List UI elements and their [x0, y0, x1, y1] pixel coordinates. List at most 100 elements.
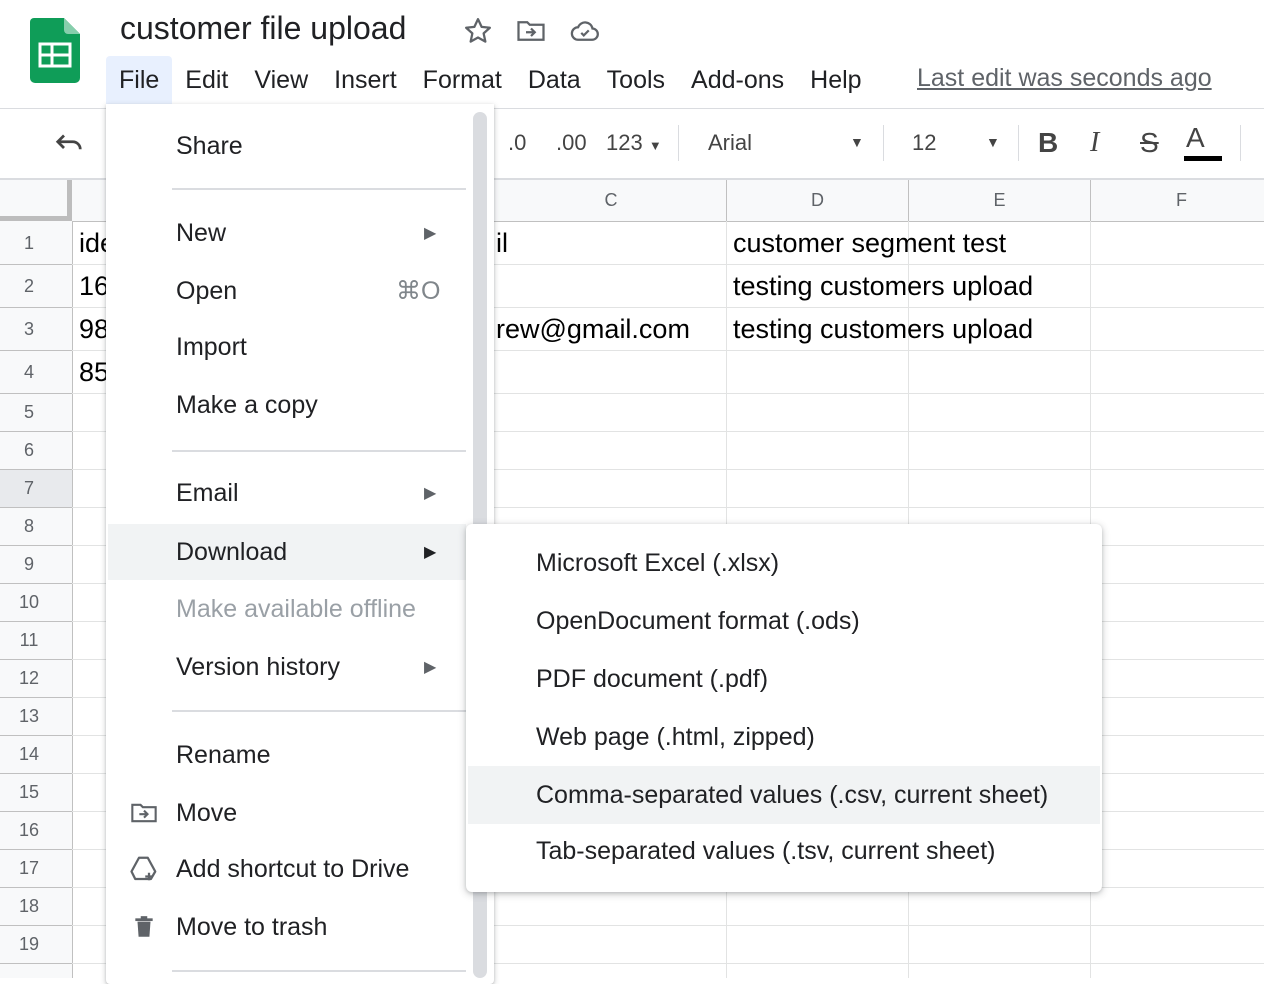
- submenu-item-label: PDF document (.pdf): [536, 664, 769, 693]
- caret-down-icon: ▼: [850, 134, 864, 150]
- column-header-c[interactable]: C: [496, 180, 727, 221]
- column-header-e[interactable]: E: [909, 180, 1091, 221]
- submenu-arrow-icon: ▶: [424, 544, 437, 561]
- number-format-button[interactable]: 123 ▼: [606, 130, 662, 156]
- menu-item-email[interactable]: Email ▶: [106, 467, 466, 519]
- row-header-12[interactable]: 12: [0, 660, 72, 698]
- column-header-f[interactable]: F: [1091, 180, 1264, 221]
- submenu-item-label: Tab-separated values (.tsv, current shee…: [536, 836, 996, 865]
- text-color-button[interactable]: A: [1184, 122, 1222, 161]
- download-html[interactable]: Web page (.html, zipped): [468, 708, 1100, 766]
- menu-item-label: Open: [176, 276, 238, 305]
- cell-d3[interactable]: testing customers upload: [733, 314, 1033, 345]
- download-pdf[interactable]: PDF document (.pdf): [468, 650, 1100, 708]
- menu-item-new[interactable]: New ▶: [106, 207, 466, 259]
- row-header-19[interactable]: 19: [0, 926, 72, 964]
- cell-a3[interactable]: 98: [79, 314, 106, 345]
- row-header-6[interactable]: 6: [0, 432, 72, 470]
- row-header-9[interactable]: 9: [0, 546, 72, 584]
- menu-item-label: Download: [176, 537, 288, 566]
- menu-item-open[interactable]: Open ⌘O: [106, 265, 466, 317]
- decrease-decimal-button[interactable]: .0: [508, 130, 526, 156]
- move-folder-icon[interactable]: [514, 14, 548, 48]
- cell-a2[interactable]: 16: [79, 271, 106, 302]
- menu-item-label: Share: [176, 131, 243, 160]
- menu-item-version-history[interactable]: Version history ▶: [106, 641, 466, 693]
- row-header-3[interactable]: 3: [0, 308, 72, 351]
- submenu-item-label: Web page (.html, zipped): [536, 722, 815, 751]
- menu-separator: [172, 710, 466, 712]
- submenu-item-label: Comma-separated values (.csv, current sh…: [536, 780, 1049, 809]
- sheets-logo-icon[interactable]: [30, 18, 80, 83]
- menu-help[interactable]: Help: [797, 56, 874, 104]
- cell-a4[interactable]: 85: [79, 357, 106, 388]
- star-icon[interactable]: [461, 14, 495, 48]
- row-header-2[interactable]: 2: [0, 265, 72, 308]
- caret-down-icon: ▼: [648, 138, 662, 153]
- menu-format[interactable]: Format: [410, 56, 515, 104]
- row-header-15[interactable]: 15: [0, 774, 72, 812]
- strikethrough-button[interactable]: S: [1140, 127, 1159, 159]
- row-header-4[interactable]: 4: [0, 351, 72, 394]
- menu-item-add-shortcut[interactable]: Add shortcut to Drive: [106, 843, 466, 895]
- move-folder-icon: [128, 797, 160, 829]
- menu-separator: [172, 450, 466, 452]
- row-header-1[interactable]: 1: [0, 222, 72, 265]
- row-header-17[interactable]: 17: [0, 850, 72, 888]
- menu-item-move[interactable]: Move: [106, 787, 466, 839]
- caret-down-icon: ▼: [986, 134, 1000, 150]
- font-size-label: 12: [912, 130, 937, 155]
- menu-add-ons[interactable]: Add-ons: [678, 56, 797, 104]
- menu-tools[interactable]: Tools: [594, 56, 678, 104]
- undo-icon[interactable]: [52, 128, 86, 163]
- increase-decimal-button[interactable]: .00: [556, 130, 587, 156]
- document-title[interactable]: customer file upload: [120, 10, 406, 47]
- menu-view[interactable]: View: [241, 56, 321, 104]
- row-header-5[interactable]: 5: [0, 394, 72, 432]
- bold-button[interactable]: B: [1038, 127, 1058, 159]
- toolbar-separator: [678, 125, 679, 161]
- menu-item-label: Add shortcut to Drive: [176, 854, 410, 883]
- row-header-18[interactable]: 18: [0, 888, 72, 926]
- cell-d2[interactable]: testing customers upload: [733, 271, 1033, 302]
- toolbar-separator: [1240, 125, 1241, 161]
- menu-item-download[interactable]: Download ▶: [108, 524, 466, 580]
- italic-button[interactable]: I: [1090, 127, 1099, 159]
- download-csv[interactable]: Comma-separated values (.csv, current sh…: [468, 766, 1100, 824]
- menu-item-import[interactable]: Import: [106, 321, 466, 373]
- row-header-13[interactable]: 13: [0, 698, 72, 736]
- font-size-select[interactable]: 12 ▼: [912, 130, 1004, 156]
- menu-insert[interactable]: Insert: [321, 56, 410, 104]
- row-header-11[interactable]: 11: [0, 622, 72, 660]
- menu-item-label: Version history: [176, 652, 340, 681]
- toolbar-separator: [1018, 125, 1019, 161]
- menu-item-move-to-trash[interactable]: Move to trash: [106, 901, 466, 953]
- row-header-10[interactable]: 10: [0, 584, 72, 622]
- menu-item-make-copy[interactable]: Make a copy: [106, 379, 466, 431]
- download-ods[interactable]: OpenDocument format (.ods): [468, 592, 1100, 650]
- menu-item-rename[interactable]: Rename: [106, 729, 466, 781]
- trash-icon: [128, 911, 160, 943]
- cell-c3[interactable]: rew@gmail.com: [496, 314, 690, 345]
- download-xlsx[interactable]: Microsoft Excel (.xlsx): [468, 534, 1100, 592]
- last-edit-link[interactable]: Last edit was seconds ago: [917, 64, 1212, 93]
- cell-c1[interactable]: il: [496, 228, 508, 259]
- menu-edit[interactable]: Edit: [172, 56, 241, 104]
- row-header-7[interactable]: 7: [0, 470, 72, 508]
- menu-item-label: Email: [176, 478, 239, 507]
- row-header-16[interactable]: 16: [0, 812, 72, 850]
- submenu-arrow-icon: ▶: [424, 485, 437, 502]
- font-select[interactable]: Arial ▼: [708, 130, 868, 156]
- cell-a1[interactable]: ide: [79, 228, 106, 259]
- column-header-d[interactable]: D: [727, 180, 909, 221]
- row-header-8[interactable]: 8: [0, 508, 72, 546]
- cell-d1[interactable]: customer segment test: [733, 228, 1006, 259]
- text-color-swatch: [1184, 156, 1222, 161]
- cloud-saved-icon[interactable]: [568, 14, 602, 48]
- menu-file[interactable]: File: [106, 56, 173, 104]
- menu-item-share[interactable]: Share: [106, 120, 466, 172]
- row-header-14[interactable]: 14: [0, 736, 72, 774]
- download-tsv[interactable]: Tab-separated values (.tsv, current shee…: [468, 822, 1100, 880]
- select-all-corner[interactable]: [0, 180, 72, 221]
- menu-data[interactable]: Data: [515, 56, 594, 104]
